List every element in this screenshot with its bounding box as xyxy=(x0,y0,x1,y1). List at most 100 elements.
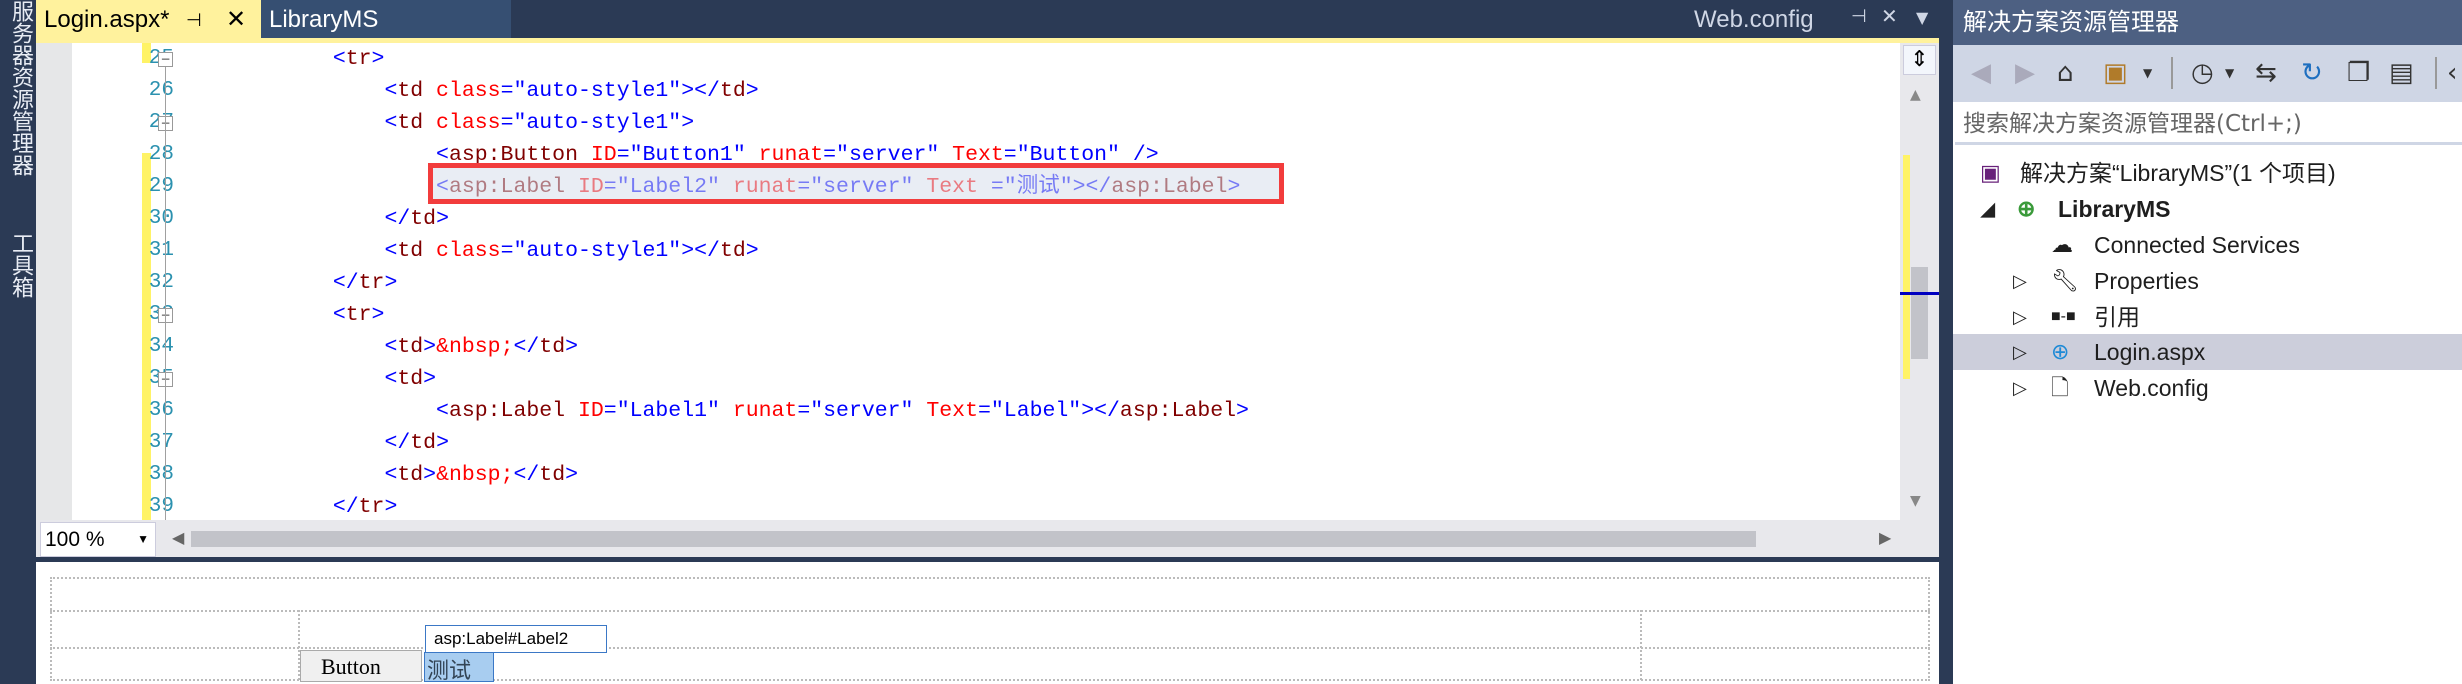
code-line[interactable]: </td> xyxy=(178,203,449,235)
code-line[interactable]: <td class="auto-style1"></td> xyxy=(178,235,758,267)
tree-item-web-config[interactable]: ▷ 🗋︎ Web.config xyxy=(1953,370,2462,406)
server-explorer-tab[interactable]: 服务器资源管理器 xyxy=(4,0,36,176)
design-view[interactable]: Button 测试 asp:Label#Label2 xyxy=(36,562,1939,684)
code-token: > xyxy=(371,47,385,71)
zoom-value: 100 % xyxy=(45,528,105,551)
design-button[interactable]: Button xyxy=(300,650,422,682)
code-token: td xyxy=(397,335,424,359)
tree-item-properties[interactable]: ▷ 🔧︎ Properties xyxy=(1953,263,2462,299)
back-icon[interactable]: ◀ xyxy=(1971,57,1991,89)
expanded-arrow-icon[interactable]: ◢ xyxy=(1981,191,1995,227)
tree-item-project[interactable]: ◢ ⊕ LibraryMS xyxy=(1953,191,2462,227)
collapsed-arrow-icon[interactable]: ▷ xyxy=(2013,299,2027,335)
scroll-left-icon[interactable]: ◀ xyxy=(172,528,184,547)
collapsed-arrow-icon[interactable]: ▷ xyxy=(2013,370,2027,406)
code-token: < xyxy=(384,335,398,359)
collapsed-arrow-icon[interactable]: ▷ xyxy=(2013,263,2027,299)
chevron-down-icon[interactable]: ▼ xyxy=(2143,57,2152,89)
pin-icon[interactable]: ⊣ xyxy=(1851,6,1867,27)
line-number: 31 xyxy=(148,239,174,262)
close-icon[interactable]: ✕ xyxy=(1881,4,1898,28)
line-number: 30 xyxy=(148,207,174,230)
chevron-left-icon[interactable]: ‹ xyxy=(2447,57,2457,89)
tree-item-references[interactable]: ▷ ■-■ 引用 xyxy=(1953,299,2462,335)
horizontal-scrollbar[interactable] xyxy=(191,531,1756,547)
code-token: tr xyxy=(345,47,372,71)
sync-icon[interactable]: ⇆ xyxy=(2255,57,2277,89)
panel-separator[interactable] xyxy=(1939,0,1953,684)
line-number: 39 xyxy=(148,495,174,518)
code-token: > xyxy=(371,303,385,327)
table-row-divider xyxy=(50,610,1930,612)
code-line[interactable]: <td> xyxy=(178,363,436,395)
scroll-right-icon[interactable]: ▶ xyxy=(1879,528,1891,547)
tab-dropdown-icon[interactable]: ▼ xyxy=(1916,8,1928,27)
tree-item-connected-services[interactable]: ☁ Connected Services xyxy=(1953,227,2462,263)
code-line[interactable]: <td>&nbsp;</td> xyxy=(178,459,578,491)
toolbox-tab[interactable]: 工具箱 xyxy=(4,232,36,298)
line-number: 34 xyxy=(148,335,174,358)
tab-login-aspx[interactable]: Login.aspx* ⊣ ✕ xyxy=(36,0,261,40)
history-icon[interactable]: ◷ xyxy=(2191,57,2214,89)
design-label-label2[interactable]: 测试 xyxy=(424,652,494,684)
code-token: ="server" xyxy=(797,399,914,423)
code-token: td xyxy=(719,79,746,103)
tree-item-login-aspx[interactable]: ▷ ⊕ Login.aspx xyxy=(1953,334,2462,370)
line-number: 26 xyxy=(148,79,174,102)
indicator-margin xyxy=(36,43,72,520)
refresh-icon[interactable]: ↻ xyxy=(2301,57,2323,89)
code-line[interactable]: <asp:Label ID="Label1" runat="server" Te… xyxy=(178,395,1249,427)
tab-web-config-preview[interactable]: Web.config xyxy=(1686,0,1814,40)
vertical-scrollbar[interactable]: ⇕ ▲ ▼ xyxy=(1900,43,1939,520)
cloud-plug-icon: ☁ xyxy=(2051,232,2073,257)
code-token: > xyxy=(1236,399,1249,423)
code-token: </ xyxy=(332,495,359,519)
change-marker xyxy=(1903,155,1910,379)
code-editor[interactable]: 25− <tr>26 <td class="auto-style1"></td>… xyxy=(36,43,1900,520)
wrench-icon: 🔧︎ xyxy=(2051,268,2079,293)
chevron-down-icon[interactable]: ▼ xyxy=(2225,57,2234,89)
zoom-select[interactable]: 100 % ▼ xyxy=(40,522,156,557)
tab-libraryms[interactable]: LibraryMS xyxy=(261,0,511,40)
switch-views-icon[interactable]: ▣ xyxy=(2103,57,2128,89)
tree-item-solution[interactable]: ▣ 解决方案“LibraryMS”(1 个项目) xyxy=(1953,155,2462,191)
panel-title: 解决方案资源管理器 xyxy=(1953,0,2462,45)
outline-guide xyxy=(165,67,166,520)
scroll-down-icon[interactable]: ▼ xyxy=(1910,493,1921,509)
code-token: asp:Label xyxy=(1119,399,1237,423)
code-line[interactable]: <tr> xyxy=(178,43,385,75)
collapsed-arrow-icon[interactable]: ▷ xyxy=(2013,334,2027,370)
code-line[interactable]: <td class="auto-style1"> xyxy=(178,107,694,139)
properties-icon[interactable]: ▤ xyxy=(2389,57,2414,89)
tree-item-label: Connected Services xyxy=(2094,232,2300,258)
code-token: ></ xyxy=(1081,399,1120,423)
close-icon[interactable]: ✕ xyxy=(226,0,246,40)
search-input[interactable]: 搜索解决方案资源管理器(Ctrl+;) xyxy=(1955,103,2462,145)
code-token: class xyxy=(423,111,501,135)
code-token: > xyxy=(423,463,437,487)
forward-icon[interactable]: ▶ xyxy=(2015,57,2035,89)
code-token: < xyxy=(384,367,398,391)
code-line[interactable]: </tr> xyxy=(178,491,398,520)
references-icon: ■-■ xyxy=(2051,308,2076,325)
scroll-up-icon[interactable]: ▲ xyxy=(1910,87,1921,103)
code-token: ="auto-style1" xyxy=(500,79,682,103)
pin-icon[interactable]: ⊣ xyxy=(186,0,202,40)
collapse-all-icon[interactable]: ❐ xyxy=(2347,57,2370,89)
home-icon[interactable]: ⌂ xyxy=(2057,57,2074,89)
code-line[interactable]: <td>&nbsp;</td> xyxy=(178,331,578,363)
code-line[interactable]: </td> xyxy=(178,427,449,459)
split-editor-icon[interactable]: ⇕ xyxy=(1903,45,1936,75)
code-line[interactable]: </tr> xyxy=(178,267,398,299)
code-line[interactable]: <tr> xyxy=(178,299,385,331)
code-line[interactable]: <td class="auto-style1"></td> xyxy=(178,75,758,107)
code-token: < xyxy=(332,47,346,71)
collapse-region-icon[interactable]: − xyxy=(158,52,173,67)
code-token: < xyxy=(436,399,449,423)
scroll-thumb[interactable] xyxy=(1911,267,1928,359)
